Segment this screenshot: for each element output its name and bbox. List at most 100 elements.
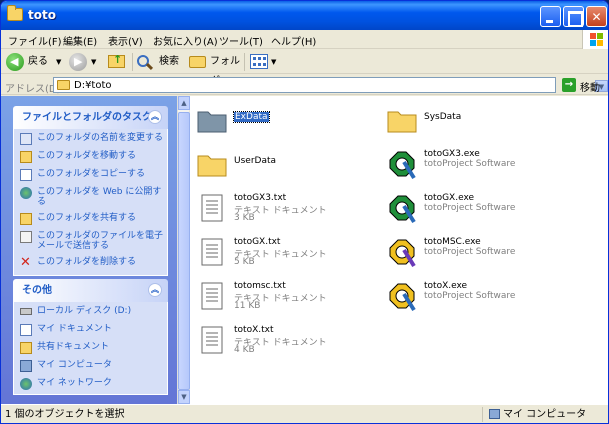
status-selection-text: 1 個のオブジェクトを選択 <box>1 407 483 422</box>
explorer-window: toto ✕ ファイル(F) 編集(E) 表示(V) お気に入り(A) ツール(… <box>0 0 609 424</box>
folder-icon <box>197 155 227 177</box>
my-documents-icon <box>20 324 32 336</box>
task-email-files[interactable]: このフォルダのファイルを電子メールで送信する <box>20 231 163 251</box>
other-places-panel: その他 ︽ ローカル ディスク (D:) マイ ドキュメント 共有ドキュメント … <box>13 279 168 395</box>
go-arrow-icon[interactable]: → <box>562 78 576 92</box>
folder-item-exdata[interactable]: ExData <box>190 101 380 141</box>
my-network-icon <box>20 378 32 390</box>
task-copy-folder[interactable]: このフォルダをコピーする <box>20 169 163 181</box>
delete-icon: ✕ <box>20 255 31 270</box>
file-item-totogx-txt[interactable]: totoGX.txt テキスト ドキュメント 5 KB <box>190 233 380 273</box>
place-local-disk[interactable]: ローカル ディスク (D:) <box>20 306 163 318</box>
folders-icon <box>189 56 206 68</box>
back-label: 戻る <box>28 56 48 67</box>
file-folder-tasks-panel: ファイルとフォルダのタスク ︽ このフォルダの名前を変更する このフォルダを移動… <box>13 106 168 276</box>
my-computer-icon <box>20 360 32 372</box>
file-item-totogx3-exe[interactable]: totoGX3.exe totoProject Software <box>380 145 570 185</box>
task-pane-scrollbar[interactable]: ▲ ▼ <box>177 96 190 404</box>
menu-help[interactable]: ヘルプ(H) <box>271 33 316 48</box>
place-my-computer[interactable]: マイ コンピュータ <box>20 360 163 372</box>
file-item-totogx3-txt[interactable]: totoGX3.txt テキスト ドキュメント 3 KB <box>190 189 380 229</box>
folders-button[interactable]: フォルダ <box>189 52 245 87</box>
back-arrow-icon: ◀ <box>6 53 24 71</box>
move-icon <box>20 151 32 163</box>
menu-bar: ファイル(F) 編集(E) 表示(V) お気に入り(A) ツール(T) ヘルプ(… <box>1 30 608 49</box>
text-document-icon <box>201 282 223 310</box>
up-folder-button[interactable]: ↑ <box>108 52 128 72</box>
file-item-totomsc-txt[interactable]: totomsc.txt テキスト ドキュメント 11 KB <box>190 277 380 317</box>
email-icon <box>20 231 32 243</box>
app-icon <box>389 195 416 224</box>
place-my-network[interactable]: マイ ネットワーク <box>20 378 163 390</box>
web-publish-icon <box>20 187 32 199</box>
task-publish-web[interactable]: このフォルダを Web に公開する <box>20 187 163 207</box>
task-delete-folder[interactable]: ✕ このフォルダを削除する <box>20 255 163 270</box>
menu-tools[interactable]: ツール(T) <box>219 33 263 48</box>
file-item-totox-txt[interactable]: totoX.txt テキスト ドキュメント 4 KB <box>190 321 380 361</box>
close-icon: ✕ <box>591 10 602 24</box>
task-pane: ファイルとフォルダのタスク ︽ このフォルダの名前を変更する このフォルダを移動… <box>1 96 177 404</box>
file-item-totomsc-exe[interactable]: totoMSC.exe totoProject Software <box>380 233 570 273</box>
place-shared-documents[interactable]: 共有ドキュメント <box>20 342 163 354</box>
collapse-chevron-icon[interactable]: ︽ <box>148 110 162 124</box>
folder-icon <box>387 111 417 133</box>
task-share-folder[interactable]: このフォルダを共有する <box>20 213 163 225</box>
toolbar: ◀ 戻る ▼ ▶ ▼ ↑ 検索 フォルダ <box>1 49 608 87</box>
menu-view[interactable]: 表示(V) <box>108 33 143 48</box>
menu-favorites[interactable]: お気に入り(A) <box>153 33 218 48</box>
address-value: D:¥toto <box>74 80 112 91</box>
minimize-button[interactable] <box>540 6 561 27</box>
go-button[interactable]: 移動 <box>580 79 600 94</box>
windows-logo-icon <box>582 30 608 49</box>
folder-icon <box>7 5 23 21</box>
window-title: toto <box>28 8 56 22</box>
collapse-chevron-icon[interactable]: ︽ <box>148 283 162 297</box>
scroll-up-button[interactable]: ▲ <box>178 96 190 110</box>
place-my-documents[interactable]: マイ ドキュメント <box>20 324 163 336</box>
close-button[interactable]: ✕ <box>586 6 607 27</box>
text-document-icon <box>201 194 223 222</box>
task-move-folder[interactable]: このフォルダを移動する <box>20 151 163 163</box>
app-icon <box>389 151 416 180</box>
forward-button[interactable]: ▶ ▼ <box>69 52 101 72</box>
task-rename-folder[interactable]: このフォルダの名前を変更する <box>20 133 163 145</box>
app-icon <box>389 239 416 268</box>
search-label: 検索 <box>159 56 179 67</box>
panel-header[interactable]: その他 ︽ <box>13 279 168 302</box>
shared-documents-icon <box>20 342 32 354</box>
file-list: ExData SysData UserData totoGX3.exe toto… <box>190 96 608 404</box>
forward-dropdown-icon[interactable]: ▼ <box>91 52 96 72</box>
folder-item-userdata[interactable]: UserData <box>190 145 380 185</box>
address-input[interactable]: D:¥toto ▼ <box>53 77 608 93</box>
panel-body: ローカル ディスク (D:) マイ ドキュメント 共有ドキュメント マイ コンピ… <box>13 302 168 395</box>
scroll-thumb[interactable] <box>178 112 190 390</box>
copy-icon <box>20 169 32 181</box>
file-item-totox-exe[interactable]: totoX.exe totoProject Software <box>380 277 570 317</box>
app-icon <box>389 283 416 312</box>
menu-edit[interactable]: 編集(E) <box>63 33 97 48</box>
status-location: マイ コンピュータ <box>489 407 586 422</box>
search-button[interactable]: 検索 <box>137 52 181 72</box>
address-bar: アドレス(D) D:¥toto ▼ → 移動 <box>1 75 608 95</box>
my-computer-icon <box>489 409 500 419</box>
status-bar: 1 個のオブジェクトを選択 マイ コンピュータ <box>1 404 608 423</box>
title-bar[interactable]: toto ✕ <box>1 1 608 30</box>
menu-file[interactable]: ファイル(F) <box>8 33 62 48</box>
folder-item-sysdata[interactable]: SysData <box>380 101 570 141</box>
panel-header[interactable]: ファイルとフォルダのタスク ︽ <box>13 106 168 129</box>
rename-icon <box>20 133 32 145</box>
folder-icon <box>197 111 227 133</box>
scroll-down-button[interactable]: ▼ <box>178 390 190 404</box>
forward-arrow-icon: ▶ <box>69 53 87 71</box>
toolbar-divider <box>132 53 133 71</box>
share-icon <box>20 213 32 225</box>
views-icon <box>250 54 268 69</box>
folder-icon <box>57 80 70 90</box>
maximize-button[interactable] <box>563 6 584 27</box>
file-item-totogx-exe[interactable]: totoGX.exe totoProject Software <box>380 189 570 229</box>
back-button[interactable]: ◀ 戻る ▼ <box>6 52 64 72</box>
panel-title: ファイルとフォルダのタスク <box>22 112 152 123</box>
panel-body: このフォルダの名前を変更する このフォルダを移動する このフォルダをコピーする … <box>13 129 168 276</box>
views-button[interactable]: ▼ <box>250 52 280 72</box>
back-dropdown-icon[interactable]: ▼ <box>56 52 61 72</box>
